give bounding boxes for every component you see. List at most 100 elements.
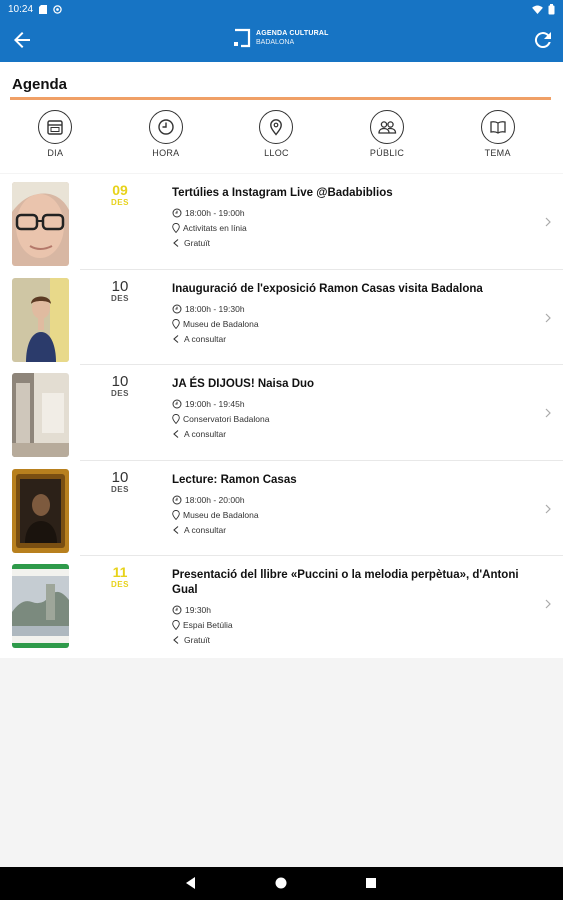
system-navigation-bar [0, 867, 563, 900]
page-title: Agenda [12, 76, 68, 93]
event-thumbnail [12, 564, 69, 648]
filter-label: TEMA [484, 148, 511, 158]
event-price: A consultar [184, 333, 227, 344]
event-item[interactable]: 10 DES Lecture: Ramon Casas 18:00h - 20:… [0, 460, 563, 556]
filter-label: LLOC [264, 148, 289, 158]
title-underline [10, 97, 551, 100]
chevron-right-icon [545, 408, 551, 418]
event-month: DES [111, 389, 129, 398]
event-time: 18:00h - 19:00h [185, 208, 245, 218]
event-price: Gratuït [184, 238, 210, 248]
event-day: 10 [111, 468, 129, 486]
clock-icon [172, 208, 182, 218]
home-circle-icon[interactable] [274, 876, 288, 890]
event-thumbnail [12, 373, 69, 457]
event-price: A consultar [184, 429, 227, 439]
event-time: 19:30h [185, 605, 211, 615]
recents-square-icon[interactable] [364, 876, 378, 890]
event-place: Espai Betúlia [183, 620, 233, 630]
event-day: 10 [111, 277, 129, 295]
brand-title: AGENDA CULTURAL [256, 30, 329, 37]
agenda-header: Agenda DIA HORA LLOC PÚBLIC TEMA [0, 62, 563, 173]
location-pin-icon [172, 620, 180, 630]
event-day: 09 [112, 182, 128, 198]
location-pin-icon [172, 318, 180, 329]
clock-icon [172, 495, 182, 504]
event-month: DES [111, 484, 129, 494]
event-date: 10 DES [95, 374, 145, 398]
clock-icon [158, 119, 174, 135]
event-title: Inauguració de l'exposició Ramon Casas v… [172, 282, 483, 295]
brand-logo: AGENDA CULTURAL BADALONA [233, 28, 329, 48]
back-triangle-icon[interactable] [184, 876, 198, 890]
filter-dia[interactable]: DIA [0, 110, 111, 158]
chevron-right-icon [545, 599, 551, 609]
chevron-right-icon [545, 504, 551, 513]
filter-bar: DIA HORA LLOC PÚBLIC TEMA [0, 110, 563, 158]
event-thumbnail [12, 182, 69, 266]
location-pin-icon [172, 414, 180, 424]
event-thumbnail [12, 277, 69, 362]
sd-card-icon [39, 4, 48, 14]
arrow-left-icon[interactable] [10, 28, 34, 52]
event-item[interactable]: 09 DES Tertúlies a Instagram Live @Badab… [0, 174, 563, 270]
event-date: 10 DES [95, 279, 145, 303]
event-place: Museu de Badalona [183, 509, 259, 520]
event-price: A consultar [184, 524, 227, 535]
clock-icon [172, 605, 182, 615]
page-content: Agenda DIA HORA LLOC PÚBLIC TEMA 09 DES … [0, 62, 563, 867]
event-time: 18:00h - 20:00h [185, 494, 245, 505]
price-tag-icon [173, 525, 179, 534]
event-list: 09 DES Tertúlies a Instagram Live @Badab… [0, 174, 563, 658]
price-tag-icon [173, 239, 179, 247]
event-date: 11 DES [95, 564, 145, 590]
location-pin-icon [270, 119, 283, 136]
wifi-icon [532, 4, 543, 14]
location-pin-icon [172, 223, 180, 233]
app-bar: AGENDA CULTURAL BADALONA [0, 18, 563, 62]
event-item[interactable]: 10 DES Inauguració de l'exposició Ramon … [0, 269, 563, 365]
battery-icon [548, 3, 555, 14]
event-place: Museu de Badalona [183, 318, 259, 329]
book-icon [490, 121, 506, 134]
filter-lloc[interactable]: LLOC [221, 110, 332, 158]
filter-label: PÚBLIC [369, 148, 405, 158]
event-place: Conservatori Badalona [183, 414, 270, 424]
refresh-icon[interactable] [531, 28, 555, 52]
price-tag-icon [173, 636, 179, 644]
event-price: Gratuït [184, 635, 210, 645]
chevron-right-icon [545, 217, 551, 227]
event-month: DES [111, 293, 129, 303]
event-month: DES [111, 198, 129, 207]
filter-public[interactable]: PÚBLIC [332, 110, 443, 158]
event-day: 10 [111, 373, 129, 390]
event-month: DES [111, 580, 129, 589]
event-title: JA ÉS DIJOUS! Naisa Duo [172, 378, 315, 390]
filter-label: HORA [152, 148, 180, 158]
filter-hora[interactable]: HORA [111, 110, 222, 158]
filter-label: DIA [47, 148, 64, 158]
event-title: Presentació del llibre «Puccini o la mel… [172, 569, 519, 596]
status-bar: 10:24 [0, 0, 563, 18]
clock-icon [172, 399, 182, 409]
price-tag-icon [173, 334, 179, 343]
agenda-logo-icon [234, 28, 251, 48]
chevron-right-icon [545, 313, 551, 322]
people-icon [378, 121, 397, 134]
event-place: Activitats en línia [183, 223, 247, 233]
event-item[interactable]: 11 DES Presentació del llibre «Puccini o… [0, 556, 563, 658]
event-time: 19:00h - 19:45h [185, 399, 245, 409]
clock-icon [172, 304, 182, 313]
event-title: Lecture: Ramon Casas [172, 473, 297, 486]
sync-icon [53, 4, 62, 14]
price-tag-icon [173, 430, 179, 438]
event-title: Tertúlies a Instagram Live @Badabiblios [172, 187, 393, 199]
brand-subtitle: BADALONA [256, 39, 295, 46]
event-item[interactable]: 10 DES JA ÉS DIJOUS! Naisa Duo 19:00h - … [0, 365, 563, 461]
location-pin-icon [172, 509, 180, 520]
calendar-icon [47, 120, 63, 135]
filter-tema[interactable]: TEMA [442, 110, 553, 158]
event-date: 10 DES [95, 470, 145, 494]
event-thumbnail [12, 468, 69, 553]
event-day: 11 [112, 564, 128, 580]
